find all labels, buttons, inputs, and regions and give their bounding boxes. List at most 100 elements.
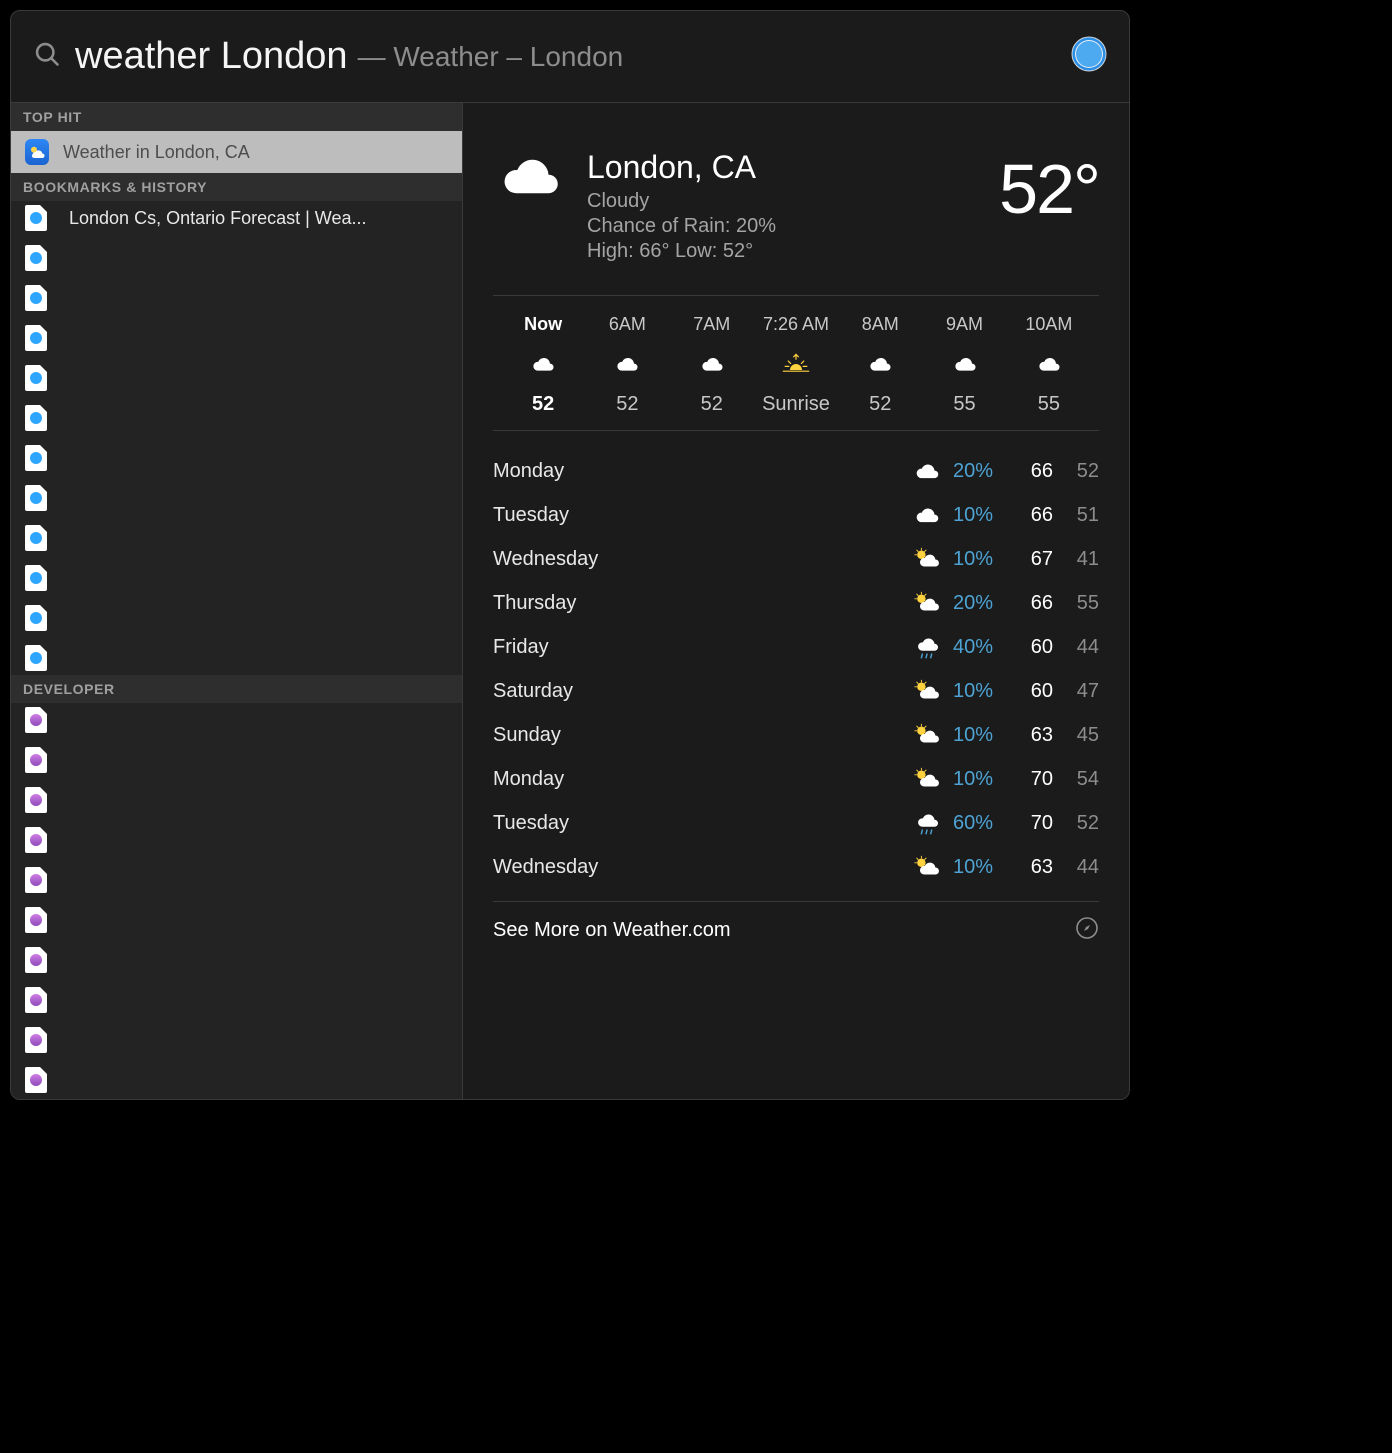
hourly-item: 9AM55 [922,314,1006,416]
day-name: Friday [493,636,907,659]
developer-item[interactable] [25,787,462,813]
hourly-item: 7AM52 [670,314,754,416]
source-file-icon [25,787,47,813]
section-header-developer: DEVELOPER [11,675,462,703]
day-rain-pct: 10% [947,724,1007,747]
source-file-icon [25,947,47,973]
day-name: Thursday [493,592,907,615]
history-item[interactable]: London Cs, Ontario Forecast | Wea... [25,205,462,231]
developer-item[interactable] [25,867,462,893]
hour-temp: 55 [953,393,975,416]
daily-item: Wednesday10%6344 [493,845,1099,889]
daily-item: Saturday10%6047 [493,669,1099,713]
spotlight-panel: weather London — Weather – London TOP HI… [10,10,1130,1100]
day-rain-pct: 10% [947,768,1007,791]
source-file-icon [25,747,47,773]
top-hit-item[interactable]: Weather in London, CA [11,131,462,173]
developer-item[interactable] [25,907,462,933]
cloud-icon [907,460,947,483]
day-low: 51 [1053,504,1099,527]
hour-temp: Sunrise [762,393,830,416]
source-file-icon [25,1067,47,1093]
hour-temp: 52 [532,393,554,416]
developer-item[interactable] [25,747,462,773]
sunrise-icon [778,351,814,377]
section-header-top-hit: TOP HIT [11,103,462,131]
history-item[interactable] [25,605,462,631]
hour-temp: 52 [701,393,723,416]
developer-list [11,703,462,1097]
search-bar[interactable]: weather London — Weather – London [11,11,1129,103]
history-item[interactable] [25,245,462,271]
partcloud-icon [907,767,947,791]
section-header-bookmarks: BOOKMARKS & HISTORY [11,173,462,201]
cloud-icon [698,351,726,377]
webloc-file-icon [25,645,47,671]
see-more-row[interactable]: See More on Weather.com [493,901,1099,945]
history-item[interactable] [25,645,462,671]
search-query[interactable]: weather London [75,35,348,78]
cloud-icon [1035,351,1063,377]
weather-location: London, CA [587,149,979,186]
weather-current-temp: 52° [999,149,1099,229]
compass-icon [1075,916,1099,945]
partcloud-icon [907,679,947,703]
developer-item[interactable] [25,987,462,1013]
history-item[interactable] [25,365,462,391]
day-low: 52 [1053,460,1099,483]
developer-item[interactable] [25,1027,462,1053]
source-file-icon [25,867,47,893]
partcloud-icon [907,547,947,571]
day-rain-pct: 10% [947,504,1007,527]
day-high: 63 [1007,724,1053,747]
daily-item: Tuesday60%7052 [493,801,1099,845]
day-high: 67 [1007,548,1053,571]
cloud-icon [529,351,557,377]
daily-forecast: Monday20%6652Tuesday10%6651Wednesday10%6… [493,445,1099,889]
daily-item: Wednesday10%6741 [493,537,1099,581]
history-item[interactable] [25,445,462,471]
cloud-icon [493,149,567,210]
hour-time: 10AM [1025,314,1072,335]
daily-item: Sunday10%6345 [493,713,1099,757]
divider [493,295,1099,296]
day-high: 63 [1007,856,1053,879]
day-high: 70 [1007,812,1053,835]
cloud-icon [613,351,641,377]
hourly-item: 6AM52 [585,314,669,416]
history-item[interactable] [25,325,462,351]
source-file-icon [25,907,47,933]
weather-condition: Cloudy [587,190,979,213]
day-high: 70 [1007,768,1053,791]
source-file-icon [25,827,47,853]
webloc-file-icon [25,245,47,271]
top-hit-label: Weather in London, CA [63,142,250,163]
cloud-icon [951,351,979,377]
history-item[interactable] [25,565,462,591]
day-low: 54 [1053,768,1099,791]
webloc-file-icon [25,485,47,511]
day-name: Sunday [493,724,907,747]
daily-item: Thursday20%6655 [493,581,1099,625]
history-item[interactable] [25,485,462,511]
day-low: 44 [1053,856,1099,879]
history-item[interactable] [25,405,462,431]
developer-item[interactable] [25,947,462,973]
daily-item: Friday40%6044 [493,625,1099,669]
developer-item[interactable] [25,707,462,733]
safari-icon[interactable] [1071,36,1107,77]
weather-app-icon [25,139,49,165]
day-rain-pct: 10% [947,856,1007,879]
webloc-file-icon [25,205,47,231]
day-high: 60 [1007,680,1053,703]
search-suffix: — Weather – London [358,41,624,73]
hour-time: 8AM [862,314,899,335]
divider [493,430,1099,431]
developer-item[interactable] [25,1067,462,1093]
hourly-item: Now52 [501,314,585,416]
history-item[interactable] [25,285,462,311]
history-item[interactable] [25,525,462,551]
hour-temp: 52 [869,393,891,416]
developer-item[interactable] [25,827,462,853]
day-rain-pct: 40% [947,636,1007,659]
